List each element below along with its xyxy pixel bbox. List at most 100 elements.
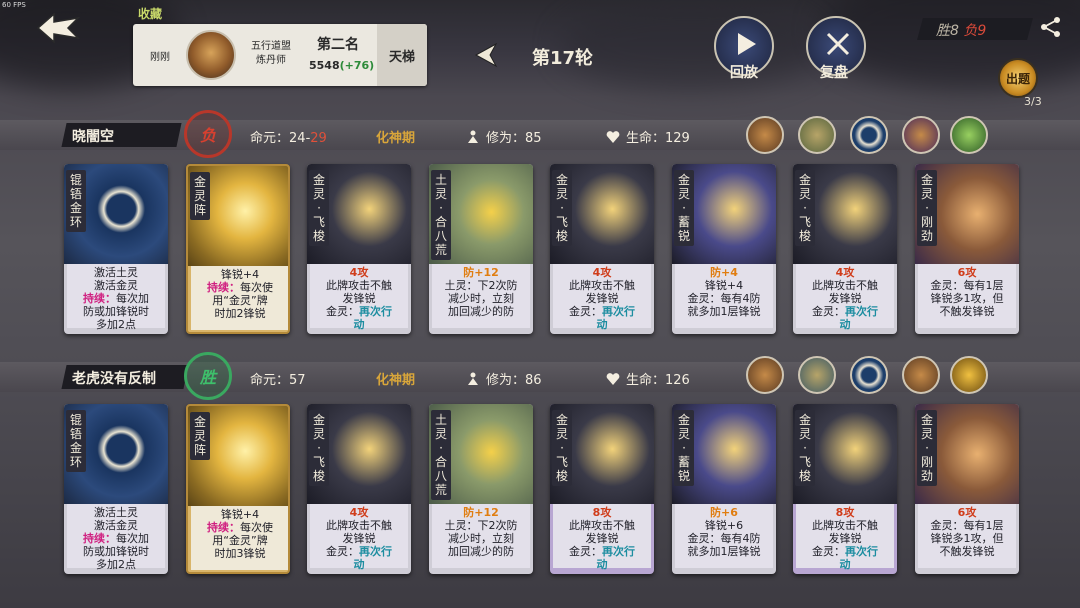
card[interactable]: 金灵 · 刚劲 6攻 金灵：每有1层 锋锐多1攻，但 不触发锋锐 bbox=[915, 404, 1019, 574]
card-desc-line: 用“金灵”牌 bbox=[212, 294, 268, 307]
card-desc-line: 减少时，立刻 bbox=[448, 532, 514, 545]
win-lose-record: 胜8 负9 bbox=[936, 20, 986, 40]
back-arrow-icon[interactable] bbox=[34, 10, 80, 46]
card-name: 金灵 · 蓄锐 bbox=[674, 170, 694, 246]
opponent-avatar[interactable] bbox=[950, 356, 988, 394]
card[interactable]: 土灵 · 合八荒防+12 土灵：下2次防 减少时，立刻 加回减少的防 bbox=[429, 164, 533, 334]
opponent-avatar[interactable] bbox=[902, 356, 940, 394]
card-desc-line: 金灵：再次行 bbox=[812, 545, 878, 558]
card-description: 激活土灵 激活金灵 持续：每次加 防或加锋锐时 多加2点 bbox=[67, 264, 165, 331]
card-description: 8攻 此牌攻击不触 发锋锐 金灵：再次行动 bbox=[796, 504, 894, 571]
player1-name: 晓闇空 bbox=[72, 129, 114, 145]
life-max: 29 bbox=[310, 131, 327, 146]
card-desc-line: 激活土灵 bbox=[94, 506, 138, 519]
card[interactable]: 金灵 · 飞梭 4攻 此牌攻击不触 发锋锐 金灵：再次行动 bbox=[550, 164, 654, 334]
player2-cultivation: 修为：86 bbox=[466, 369, 542, 388]
card-desc-line: 土灵：下2次防 bbox=[444, 519, 518, 532]
opponent-avatar[interactable] bbox=[746, 356, 784, 394]
topic-count: 3/3 bbox=[1024, 95, 1042, 108]
card-desc-line: 金灵：每有1层 bbox=[930, 519, 1004, 532]
card-name: 金灵 · 飞梭 bbox=[795, 170, 815, 246]
card-desc-line: 不触发锋锐 bbox=[939, 305, 995, 318]
card-desc-line: 4攻 bbox=[835, 266, 855, 279]
card-desc-line: 多加2点 bbox=[96, 558, 136, 571]
rank-label: 第二名 bbox=[317, 37, 359, 53]
card-name: 金灵 · 飞梭 bbox=[552, 170, 572, 246]
card-desc-line: 减少时，立刻 bbox=[448, 292, 514, 305]
card[interactable]: 锟铻金环激活土灵 激活金灵 持续：每次加 防或加锋锐时 多加2点 bbox=[64, 404, 168, 574]
card-desc-line: 此牌攻击不触 bbox=[812, 519, 878, 532]
card-desc-line: 锋锐多1攻，但 bbox=[930, 532, 1004, 545]
card-name: 金灵 · 飞梭 bbox=[309, 170, 329, 246]
opponent-avatar[interactable] bbox=[746, 116, 784, 154]
card-desc-line: 防+12 bbox=[463, 506, 499, 519]
card[interactable]: 金灵 · 飞梭 8攻 此牌攻击不触 发锋锐 金灵：再次行动 bbox=[550, 404, 654, 574]
tiger-avatar bbox=[186, 30, 236, 80]
card[interactable]: 金灵阵锋锐+4 持续：每次使 用“金灵”牌 时加2锋锐 bbox=[186, 164, 290, 334]
card-desc-line: 4攻 bbox=[592, 266, 612, 279]
card-desc-line: 激活金灵 bbox=[94, 519, 138, 532]
meditation-icon bbox=[468, 130, 478, 143]
card[interactable]: 锟铻金环激活土灵 激活金灵 持续：每次加 防或加锋锐时 多加2点 bbox=[64, 164, 168, 334]
opponent-avatar[interactable] bbox=[798, 356, 836, 394]
card-desc-line: 激活金灵 bbox=[94, 279, 138, 292]
card-desc-line: 动 bbox=[839, 318, 851, 331]
player1-life: 命元：24-29 bbox=[250, 127, 327, 146]
opponent-avatar[interactable] bbox=[798, 116, 836, 154]
player2-hp: 生命：126 bbox=[606, 369, 690, 388]
card-desc-line: 金灵：每有4防 bbox=[687, 292, 761, 305]
card-desc-line: 持续：每次加 bbox=[83, 532, 149, 545]
card-description: 激活土灵 激活金灵 持续：每次加 防或加锋锐时 多加2点 bbox=[67, 504, 165, 571]
card[interactable]: 金灵 · 飞梭 8攻 此牌攻击不触 发锋锐 金灵：再次行动 bbox=[793, 404, 897, 574]
card-description: 8攻 此牌攻击不触 发锋锐 金灵：再次行动 bbox=[553, 504, 651, 571]
replay-label[interactable]: 回放 bbox=[730, 62, 758, 82]
card[interactable]: 金灵 · 蓄锐防+4 锋锐+4 金灵：每有4防 就多加1层锋锐 bbox=[672, 164, 776, 334]
sect-label: 五行道盟 炼丹师 bbox=[243, 40, 299, 68]
player1-stage: 化神期 bbox=[376, 131, 416, 146]
card[interactable]: 金灵 · 飞梭 4攻 此牌攻击不触 发锋锐 金灵：再次行动 bbox=[307, 404, 411, 574]
sect-name: 五行道盟 bbox=[251, 41, 291, 52]
ladder-tab[interactable]: 天梯 bbox=[377, 24, 427, 86]
card-desc-line: 防或加锋锐时 bbox=[83, 545, 149, 558]
card-desc-line: 锋锐+4 bbox=[704, 279, 744, 292]
cultivation-value: 修为：85 bbox=[486, 131, 542, 146]
opponent-avatar[interactable] bbox=[902, 116, 940, 154]
card-desc-line: 不触发锋锐 bbox=[939, 545, 995, 558]
card-desc-line: 持续：每次加 bbox=[83, 292, 149, 305]
card-desc-line: 动 bbox=[839, 558, 851, 571]
card[interactable]: 金灵 · 蓄锐防+6 锋锐+6 金灵：每有4防 就多加1层锋锐 bbox=[672, 404, 776, 574]
card-desc-line: 锋锐+6 bbox=[704, 519, 744, 532]
topic-button[interactable]: 出题 bbox=[998, 58, 1038, 98]
heart-icon bbox=[606, 372, 620, 385]
cultivation-value: 修为：86 bbox=[486, 373, 542, 388]
card-desc-line: 防或加锋锐时 bbox=[83, 305, 149, 318]
card-desc-line: 动 bbox=[596, 318, 608, 331]
opponent-avatar[interactable] bbox=[950, 116, 988, 154]
card-desc-line: 锋锐多1攻，但 bbox=[930, 292, 1004, 305]
share-icon[interactable] bbox=[1040, 16, 1062, 38]
card-desc-line: 发锋锐 bbox=[585, 532, 619, 545]
card-name: 金灵 · 刚劲 bbox=[917, 410, 937, 486]
card[interactable]: 金灵 · 飞梭 4攻 此牌攻击不触 发锋锐 金灵：再次行动 bbox=[793, 164, 897, 334]
opponent-avatar[interactable] bbox=[850, 116, 888, 154]
crossed-swords-icon bbox=[826, 32, 850, 56]
card-desc-line: 动 bbox=[353, 318, 365, 331]
card-desc-line: 加回减少的防 bbox=[448, 305, 514, 318]
card-desc-line: 防+12 bbox=[463, 266, 499, 279]
card[interactable]: 金灵阵锋锐+4 持续：每次使 用“金灵”牌 时加3锋锐 bbox=[186, 404, 290, 574]
card[interactable]: 金灵 · 飞梭 4攻 此牌攻击不触 发锋锐 金灵：再次行动 bbox=[307, 164, 411, 334]
opponent-avatar[interactable] bbox=[850, 356, 888, 394]
card-description: 6攻 金灵：每有1层 锋锐多1攻，但 不触发锋锐 bbox=[918, 504, 1016, 568]
collect-label[interactable]: 收藏 bbox=[138, 5, 162, 22]
play-icon bbox=[738, 33, 756, 55]
card-name: 金灵阵 bbox=[190, 412, 210, 460]
card[interactable]: 土灵 · 合八荒防+12 土灵：下2次防 减少时，立刻 加回减少的防 bbox=[429, 404, 533, 574]
card-desc-line: 8攻 bbox=[592, 506, 612, 519]
review-label[interactable]: 复盘 bbox=[820, 62, 848, 82]
card[interactable]: 金灵 · 刚劲 6攻 金灵：每有1层 锋锐多1攻，但 不触发锋锐 bbox=[915, 164, 1019, 334]
hp-value: 生命：129 bbox=[626, 131, 690, 146]
card-desc-line: 发锋锐 bbox=[342, 292, 376, 305]
score-value: 5548 bbox=[309, 59, 340, 72]
card-desc-line: 8攻 bbox=[835, 506, 855, 519]
card-desc-line: 金灵：再次行 bbox=[569, 305, 635, 318]
